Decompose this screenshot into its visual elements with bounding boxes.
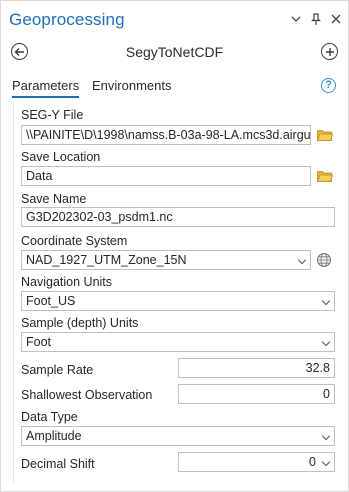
- shallowest-observation-label: Shallowest Observation: [21, 388, 153, 402]
- save-name-input[interactable]: G3D202302-03_psdm1.nc: [21, 207, 335, 227]
- coordinate-system-label: Coordinate System: [21, 234, 128, 248]
- chevron-down-icon: [321, 296, 331, 306]
- save-location-label: Save Location: [21, 150, 101, 164]
- chevron-down-icon: [321, 431, 331, 441]
- help-icon[interactable]: ?: [321, 78, 336, 93]
- pane-title-bar: Geoprocessing: [1, 1, 348, 35]
- data-type-value: Amplitude: [26, 429, 82, 443]
- coordinate-system-select[interactable]: NAD_1927_UTM_Zone_15N: [21, 250, 311, 270]
- data-type-select[interactable]: Amplitude: [21, 426, 335, 446]
- navigation-units-value: Foot_US: [26, 294, 76, 308]
- decimal-shift-select[interactable]: 0: [178, 452, 335, 472]
- tab-parameters[interactable]: Parameters: [12, 78, 80, 98]
- globe-icon[interactable]: [316, 252, 332, 268]
- tool-header: SegyToNetCDF: [1, 41, 348, 65]
- sample-rate-input[interactable]: 32.8: [178, 358, 335, 378]
- tab-strip: Parameters Environments ?: [1, 78, 348, 100]
- sample-units-select[interactable]: Foot: [21, 332, 335, 352]
- tool-name: SegyToNetCDF: [125, 44, 224, 60]
- close-icon[interactable]: [330, 12, 342, 26]
- decimal-shift-value: 0: [309, 455, 316, 469]
- folder-icon[interactable]: [317, 129, 333, 141]
- coordinate-system-value: NAD_1927_UTM_Zone_15N: [26, 253, 187, 267]
- save-location-input[interactable]: Data: [21, 166, 311, 186]
- segy-file-label: SEG-Y File: [21, 108, 84, 122]
- decimal-shift-label: Decimal Shift: [21, 457, 95, 471]
- pin-icon[interactable]: [310, 12, 322, 26]
- chevron-down-icon[interactable]: [290, 12, 302, 26]
- parameters-form: SEG-Y File \\PAINITE\D\1998\namss.B-03a-…: [13, 105, 336, 483]
- data-type-label: Data Type: [21, 410, 78, 424]
- tab-environments[interactable]: Environments: [92, 78, 171, 96]
- geoprocessing-pane: Geoprocessing SegyToNetCDF Parameters En…: [0, 0, 349, 492]
- shallowest-observation-input[interactable]: 0: [178, 384, 335, 404]
- folder-icon[interactable]: [317, 170, 333, 182]
- chevron-down-icon: [321, 337, 331, 347]
- add-button[interactable]: [321, 43, 338, 60]
- pane-title: Geoprocessing: [9, 10, 125, 29]
- navigation-units-label: Navigation Units: [21, 275, 113, 289]
- chevron-down-icon: [297, 255, 307, 265]
- back-arrow-icon: [14, 47, 24, 56]
- sample-units-label: Sample (depth) Units: [21, 316, 139, 330]
- add-circle-icon: [325, 47, 334, 56]
- navigation-units-select[interactable]: Foot_US: [21, 291, 335, 311]
- pane-window-controls: [290, 12, 342, 26]
- sample-units-value: Foot: [26, 335, 52, 349]
- segy-file-input[interactable]: \\PAINITE\D\1998\namss.B-03a-98-LA.mcs3d…: [21, 125, 311, 145]
- save-name-label: Save Name: [21, 192, 87, 206]
- back-button[interactable]: [11, 43, 28, 60]
- sample-rate-label: Sample Rate: [21, 363, 94, 377]
- chevron-down-icon: [321, 457, 331, 467]
